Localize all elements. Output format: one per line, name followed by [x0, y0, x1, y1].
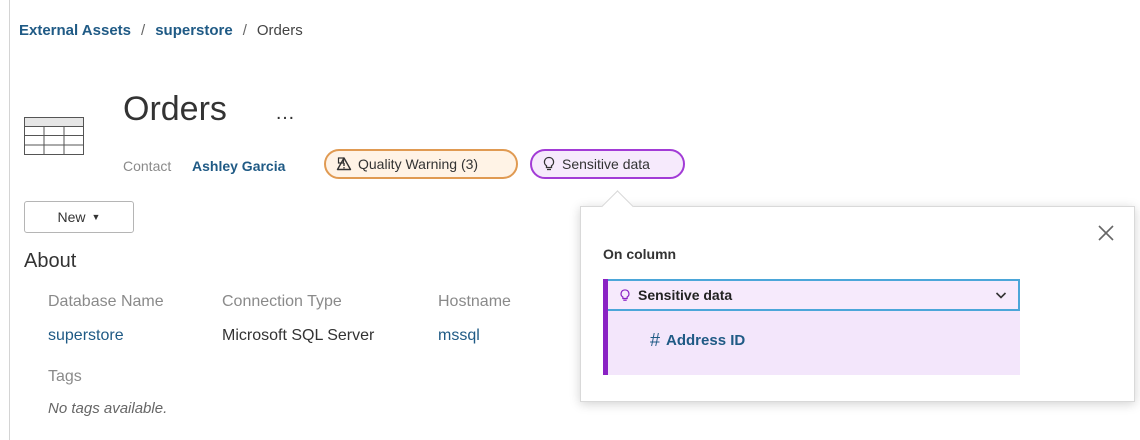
lightbulb-icon — [620, 288, 630, 301]
new-button[interactable]: New ▼ — [24, 201, 134, 233]
quality-warning-icon — [336, 157, 352, 171]
page-title: Orders — [123, 90, 227, 128]
hash-icon: # — [650, 330, 661, 350]
hostname-value[interactable]: mssql — [438, 327, 480, 345]
tags-empty-message: No tags available. — [48, 400, 168, 417]
quality-warning-label: Quality Warning (3) — [358, 156, 479, 172]
new-button-label: New — [57, 209, 86, 225]
contact-label: Contact — [123, 158, 172, 174]
connection-type-value: Microsoft SQL Server — [222, 327, 375, 344]
on-column-label: On column — [603, 246, 677, 262]
dropdown-selected-value: Sensitive data — [638, 287, 733, 303]
tags-label: Tags — [48, 368, 82, 385]
contact-name-link[interactable]: Ashley Garcia — [192, 158, 285, 174]
close-icon[interactable] — [1095, 222, 1117, 244]
chevron-down-icon — [995, 292, 1007, 299]
database-name-header: Database Name — [48, 293, 164, 310]
affected-columns-list: # Address ID — [603, 311, 1020, 375]
breadcrumb-separator: / — [141, 22, 146, 39]
breadcrumb-current: Orders — [256, 22, 303, 39]
column-item-address-id[interactable]: # Address ID — [650, 330, 745, 351]
quality-warning-badge[interactable]: Quality Warning (3) — [324, 149, 518, 179]
about-heading: About — [24, 250, 77, 272]
table-icon — [24, 117, 84, 155]
breadcrumb-superstore[interactable]: superstore — [155, 22, 233, 39]
breadcrumb-external-assets[interactable]: External Assets — [19, 22, 131, 39]
breadcrumb-separator: / — [242, 22, 247, 39]
caret-down-icon: ▼ — [91, 212, 101, 222]
sensitive-data-dropdown[interactable]: Sensitive data — [603, 279, 1020, 311]
connection-type-header: Connection Type — [222, 293, 342, 310]
breadcrumb: External Assets / superstore / Orders — [19, 22, 303, 39]
more-actions-button[interactable]: … — [275, 102, 296, 125]
column-item-label: Address ID — [666, 332, 746, 349]
hostname-header: Hostname — [438, 293, 511, 310]
lightbulb-icon — [543, 156, 555, 171]
sensitive-data-label: Sensitive data — [562, 156, 650, 172]
sensitive-data-badge[interactable]: Sensitive data — [530, 149, 685, 179]
database-name-link[interactable]: superstore — [48, 327, 124, 345]
